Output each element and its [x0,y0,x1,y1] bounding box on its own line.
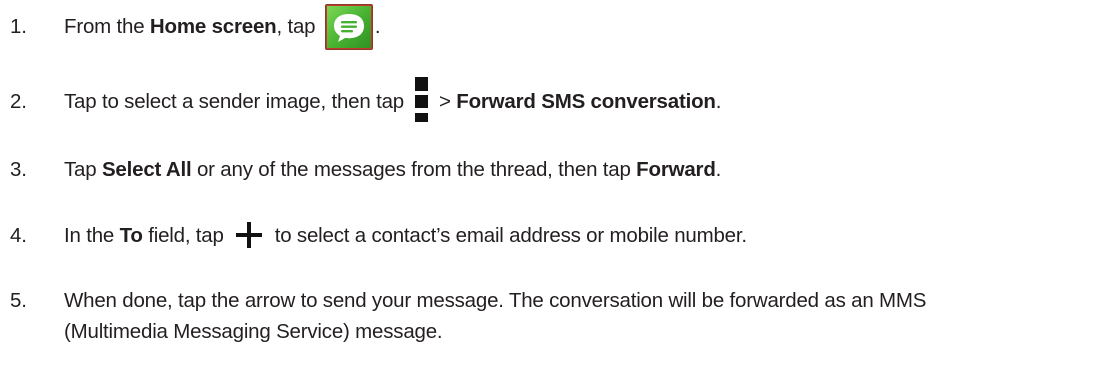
step-number: 3. [10,158,27,181]
step-number: 4. [10,224,27,247]
text-run: Tap [64,158,102,181]
step-text-line-2: (Multimedia Messaging Service) message. [64,320,443,343]
text-run: > [433,90,457,113]
text-run: field, tap [142,224,230,247]
forward-label: Forward [636,158,716,181]
text-run: In the [64,224,120,247]
step-text: Tap to select a sender image, then tap >… [64,76,722,122]
home-screen-label: Home screen [149,15,277,38]
plus-icon[interactable] [235,221,263,249]
text-run: , tap [276,15,321,38]
instruction-document: 1. From the Home screen, tap . 2. Tap to… [0,0,1118,375]
step-number: 1. [10,15,27,38]
step-number: 2. [10,90,27,113]
step-text-line-1: When done, tap the arrow to send your me… [64,289,927,312]
step-number: 5. [10,289,27,312]
text-run: . [715,158,722,181]
forward-sms-conversation-label: Forward SMS conversation [456,90,716,113]
to-field-label: To [119,224,143,247]
text-run: or any of the messages from the thread, … [191,158,637,181]
text-run: Tap to select a sender image, then tap [64,90,410,113]
text-run: . [374,15,381,38]
text-run: to select a contact’s email address or m… [269,224,747,247]
messaging-app-icon[interactable] [324,3,373,50]
step-text: In the To field, tap to select a contact… [64,221,747,250]
text-run: . [715,90,722,113]
step-text: Tap Select All or any of the messages fr… [64,156,721,184]
step-text: From the Home screen, tap . [64,3,381,50]
overflow-menu-icon[interactable] [415,76,429,123]
text-run: From the [64,15,150,38]
select-all-label: Select All [101,158,192,181]
